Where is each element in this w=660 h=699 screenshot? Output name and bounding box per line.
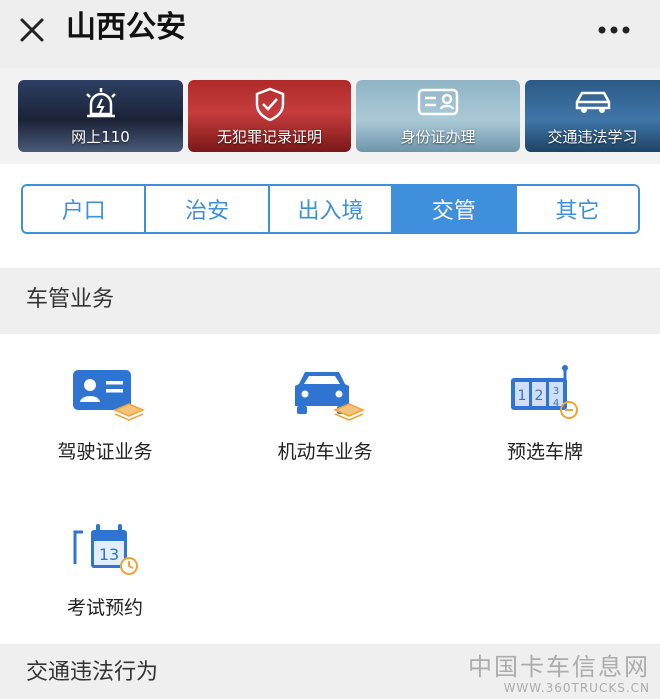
service-driver-license[interactable]: 驾驶证业务 (15, 364, 195, 464)
service-label: 机动车业务 (277, 441, 373, 463)
svg-text:3: 3 (553, 386, 559, 397)
tab-household[interactable]: 户口 (23, 186, 147, 232)
svg-text:13: 13 (99, 545, 119, 564)
section-title-vehicle-admin: 车管业务 (0, 268, 660, 334)
driver-license-icon (73, 370, 145, 421)
tab-exit-entry[interactable]: 出入境 (269, 186, 394, 232)
more-dots-icon (598, 26, 630, 34)
service-label: 预选车牌 (506, 441, 583, 463)
close-button[interactable] (14, 12, 50, 48)
banner-online-110[interactable]: 网上110 (18, 80, 183, 152)
svg-text:4: 4 (553, 398, 559, 409)
service-motor-vehicle[interactable]: 机动车业务 (235, 364, 415, 464)
car-icon (575, 91, 610, 113)
banner-label: 身份证办理 (400, 128, 476, 146)
id-card-icon (417, 88, 459, 116)
close-icon (20, 18, 44, 42)
banner-label: 网上110 (71, 128, 130, 146)
tab-public-security[interactable]: 治安 (146, 186, 270, 232)
car-front-icon (295, 372, 365, 421)
service-label: 驾驶证业务 (57, 441, 153, 463)
service-grid: 驾驶证业务 机动车业务 1 2 3 4 预选车牌 13 考试预约 (0, 334, 660, 644)
siren-icon (85, 88, 116, 118)
watermark-url: WWW.360TRUCKS.CN (503, 681, 650, 695)
license-plate-icon: 1 2 3 4 (511, 365, 578, 419)
watermark: 中国卡车信息网 WWW.360TRUCKS.CN (468, 653, 650, 695)
service-label: 考试预约 (66, 597, 143, 619)
service-exam-booking[interactable]: 13 考试预约 (15, 520, 195, 620)
tab-other[interactable]: 其它 (516, 186, 638, 232)
banner-carousel: 网上110 无犯罪记录证明 身份证办理 交通违法学习 (0, 68, 660, 164)
watermark-text: 中国卡车信息网 (468, 653, 650, 681)
category-tabs: 户口 治安 出入境 交管 其它 (21, 184, 640, 234)
banner-id-card[interactable]: 身份证办理 (356, 80, 520, 152)
tab-traffic[interactable]: 交管 (393, 186, 517, 232)
banner-traffic-study[interactable]: 交通违法学习 (525, 80, 660, 152)
top-bar: 山西公安 (0, 0, 660, 68)
banner-label: 无犯罪记录证明 (216, 128, 322, 146)
banner-no-criminal-record[interactable]: 无犯罪记录证明 (188, 80, 351, 152)
shield-check-icon (255, 87, 284, 122)
calendar-icon: 13 (73, 524, 138, 575)
banner-label: 交通违法学习 (547, 128, 638, 146)
svg-text:1: 1 (518, 388, 527, 404)
page-title: 山西公安 (66, 10, 186, 45)
service-preselect-plate[interactable]: 1 2 3 4 预选车牌 (455, 364, 635, 464)
more-button[interactable] (594, 12, 634, 48)
svg-text:2: 2 (535, 388, 544, 404)
category-tabs-area: 户口 治安 出入境 交管 其它 (0, 164, 660, 268)
